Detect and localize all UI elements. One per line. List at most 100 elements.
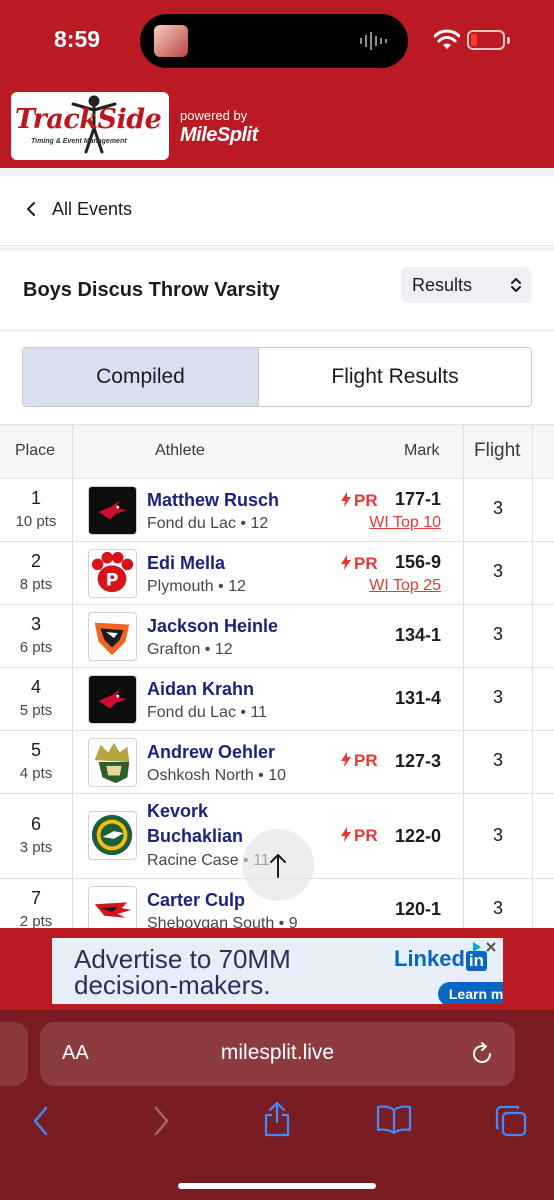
logo-subtext: Timing & Event Management: [31, 138, 127, 145]
cardinal-logo-icon: [98, 689, 128, 709]
athlete-school: Sheboygan South • 9: [147, 915, 298, 928]
bookmarks-icon[interactable]: [376, 1104, 412, 1134]
pr-badge: PR: [341, 826, 378, 846]
athlete-school: Fond du Lac • 12: [147, 515, 269, 532]
team-logo: P: [88, 549, 137, 598]
pr-label: PR: [354, 491, 378, 510]
pr-label: PR: [354, 751, 378, 770]
back-label: All Events: [52, 199, 133, 219]
mark: 127-3: [394, 751, 441, 771]
ad-headline: Advertise to 70MM decision-makers.: [74, 944, 291, 1000]
tab-compiled[interactable]: Compiled: [23, 348, 259, 406]
back-link[interactable]: All Events: [0, 176, 554, 246]
flight: 3: [492, 561, 503, 581]
tab-flight-results[interactable]: Flight Results: [259, 348, 531, 406]
battery-cap: [507, 37, 510, 44]
milesplit-logo[interactable]: MileSplit: [180, 124, 258, 147]
place: 4: [30, 677, 41, 697]
place: 6: [30, 814, 41, 834]
home-indicator: [178, 1183, 376, 1189]
column-divider: [463, 425, 464, 928]
arrow-up-icon: [270, 854, 286, 878]
athlete-school: Plymouth • 12: [147, 578, 246, 595]
ad-learn-more-button[interactable]: Learn more: [438, 982, 503, 1004]
event-header: Boys Discus Throw Varsity Results: [0, 251, 554, 331]
tabs-icon[interactable]: [494, 1104, 528, 1138]
audio-wave-icon: [360, 32, 387, 50]
mark: 131-4: [394, 688, 441, 708]
forward-arrow-icon[interactable]: [150, 1104, 172, 1138]
ad-brand-text: Linked: [394, 946, 465, 971]
table-row[interactable]: 5 4 pts Andrew Oehler Oshkosh North • 10…: [0, 731, 554, 794]
athlete-school: Fond du Lac • 11: [147, 704, 268, 721]
header-athlete[interactable]: Athlete: [155, 442, 205, 460]
header-flight[interactable]: Flight: [474, 440, 520, 462]
athlete-name[interactable]: Matthew Rusch: [147, 488, 279, 513]
lightning-icon: [341, 752, 351, 767]
athlete-name[interactable]: Edi Mella: [147, 551, 225, 576]
team-logo: [88, 675, 137, 724]
up-down-chevron-icon: [511, 278, 521, 292]
athlete-name[interactable]: Andrew Oehler: [147, 740, 275, 765]
column-divider: [532, 425, 533, 928]
place: 7: [30, 888, 41, 908]
address-bar[interactable]: AA milesplit.live: [40, 1022, 515, 1086]
athlete-name[interactable]: Carter Culp: [147, 888, 245, 913]
points: 4 pts: [19, 765, 53, 782]
place: 5: [30, 740, 41, 760]
rank-link[interactable]: WI Top 10: [369, 514, 441, 532]
table-row[interactable]: 4 5 pts Aidan Krahn Fond du Lac • 11 131…: [0, 668, 554, 731]
header-place[interactable]: Place: [15, 442, 55, 460]
status-time: 8:59: [54, 26, 101, 52]
place: 2: [30, 551, 41, 571]
lightning-icon: [341, 492, 351, 507]
dynamic-island: [140, 14, 408, 68]
table-row[interactable]: 1 10 pts Matthew Rusch Fond du Lac • 12 …: [0, 479, 554, 542]
athlete-school: Grafton • 12: [147, 641, 233, 658]
place: 1: [30, 488, 41, 508]
lightning-icon: [341, 555, 351, 570]
back-arrow-icon[interactable]: [30, 1104, 52, 1138]
share-icon[interactable]: [262, 1100, 292, 1138]
mark: 177-1: [394, 489, 441, 509]
ad-banner: Advertise to 70MM decision-makers. Linke…: [0, 928, 554, 1010]
mark: 134-1: [394, 625, 441, 645]
flight: 3: [492, 498, 503, 518]
pr-badge: PR: [341, 751, 378, 771]
mark: 122-0: [394, 826, 441, 846]
athlete-school: Oshkosh North • 10: [147, 767, 286, 784]
scroll-to-top-button[interactable]: [242, 829, 314, 901]
table-row[interactable]: 2 8 pts P Edi Mella Plymouth • 12 PR 156…: [0, 542, 554, 605]
flight: 3: [492, 750, 503, 770]
previous-tab[interactable]: [0, 1022, 28, 1086]
ad-choices-icon[interactable]: [471, 940, 499, 954]
status-bar: 8:59: [0, 0, 554, 84]
points: 10 pts: [15, 513, 57, 530]
trackside-logo[interactable]: TrackSide Timing & Event Management: [11, 92, 169, 160]
athlete-name[interactable]: Jackson Heinle: [147, 614, 278, 639]
athlete-name[interactable]: Aidan Krahn: [147, 677, 254, 702]
lightning-icon: [341, 827, 351, 842]
points: 8 pts: [19, 576, 53, 593]
header-mark[interactable]: Mark: [404, 442, 440, 460]
rank-link[interactable]: WI Top 25: [369, 577, 441, 595]
results-select[interactable]: Results: [401, 267, 531, 303]
wifi-icon: [434, 29, 460, 49]
column-divider: [72, 425, 73, 928]
url-text[interactable]: milesplit.live: [40, 1041, 515, 1065]
event-title: Boys Discus Throw Varsity: [23, 279, 280, 301]
browser-toolbar: AA milesplit.live: [0, 1010, 554, 1200]
flight: 3: [492, 624, 503, 644]
athlete-name-first[interactable]: Kevork: [147, 799, 208, 824]
cardinal-logo-icon: [98, 500, 128, 520]
site-header: TrackSide Timing & Event Management powe…: [0, 84, 554, 168]
points: 3 pts: [19, 839, 53, 856]
logo-text: TrackSide: [15, 104, 162, 135]
paw-logo-icon: P: [91, 551, 134, 593]
athlete-name-last[interactable]: Buchaklian: [147, 824, 243, 849]
table-row[interactable]: 3 6 pts Jackson Heinle Grafton • 12 134-…: [0, 605, 554, 668]
reload-icon[interactable]: [469, 1041, 495, 1067]
select-value: Results: [412, 275, 473, 295]
advertisement[interactable]: Advertise to 70MM decision-makers. Linke…: [52, 938, 503, 1004]
powered-by-label: powered by: [180, 108, 248, 123]
